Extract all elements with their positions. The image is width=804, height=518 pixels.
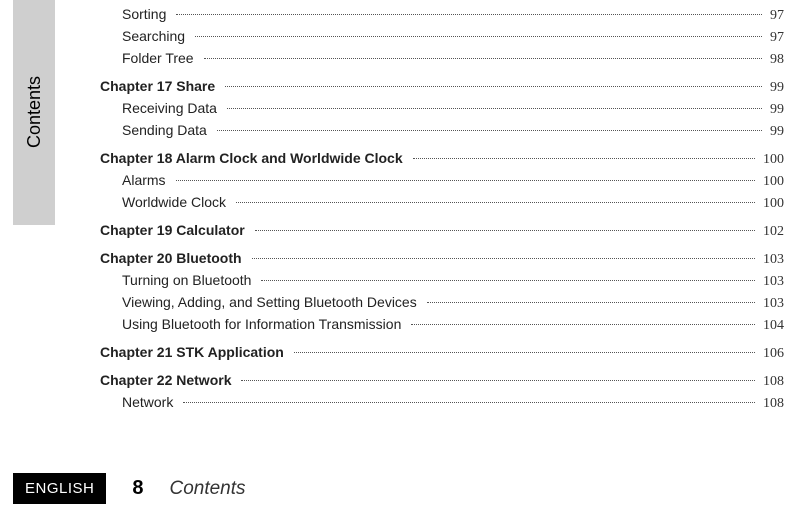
toc-label: Using Bluetooth for Information Transmis… <box>122 316 407 332</box>
toc-subitem: Sending Data 99 <box>100 122 784 140</box>
toc-page: 106 <box>759 346 784 362</box>
toc-label: Viewing, Adding, and Setting Bluetooth D… <box>122 294 423 310</box>
leader-dots <box>227 108 762 109</box>
toc-subitem: Network 108 <box>100 394 784 412</box>
leader-dots <box>225 86 762 87</box>
page-number: 8 <box>132 477 143 500</box>
leader-dots <box>204 58 762 59</box>
leader-dots <box>241 380 755 381</box>
toc-label: Alarms <box>122 172 172 188</box>
toc-label: Network <box>122 394 179 410</box>
toc-label: Worldwide Clock <box>122 194 232 210</box>
toc-page: 97 <box>766 8 784 24</box>
toc-page: 108 <box>759 374 784 390</box>
toc-page: 103 <box>759 252 784 268</box>
leader-dots <box>176 14 762 15</box>
toc-label: Receiving Data <box>122 100 223 116</box>
toc-page: 99 <box>766 102 784 118</box>
toc-label: Chapter 19 Calculator <box>100 222 251 238</box>
leader-dots <box>411 324 755 325</box>
toc-label: Searching <box>122 28 191 44</box>
toc-label: Sorting <box>122 6 172 22</box>
footer-title: Contents <box>169 478 245 500</box>
toc-chapter: Chapter 19 Calculator 102 <box>100 222 784 240</box>
toc-subitem: Worldwide Clock 100 <box>100 194 784 212</box>
toc-page: 103 <box>759 296 784 312</box>
toc-subitem: Using Bluetooth for Information Transmis… <box>100 316 784 334</box>
toc-page: 99 <box>766 80 784 96</box>
toc-subitem: Folder Tree 98 <box>100 50 784 68</box>
toc-page: 100 <box>759 152 784 168</box>
toc-chapter: Chapter 22 Network 108 <box>100 372 784 390</box>
toc-label: Chapter 18 Alarm Clock and Worldwide Clo… <box>100 150 409 166</box>
toc-subitem: Receiving Data 99 <box>100 100 784 118</box>
toc-chapter: Chapter 17 Share 99 <box>100 78 784 96</box>
leader-dots <box>176 180 755 181</box>
leader-dots <box>236 202 755 203</box>
language-badge: ENGLISH <box>13 473 106 504</box>
toc-label: Sending Data <box>122 122 213 138</box>
toc-subitem: Searching 97 <box>100 28 784 46</box>
table-of-contents: Sorting 97 Searching 97 Folder Tree 98 Chapter… <box>100 6 784 416</box>
leader-dots <box>413 158 755 159</box>
side-tab: Contents <box>13 0 55 225</box>
toc-page: 100 <box>759 196 784 212</box>
leader-dots <box>261 280 755 281</box>
toc-page: 104 <box>759 318 784 334</box>
toc-subitem: Turning on Bluetooth 103 <box>100 272 784 290</box>
toc-chapter: Chapter 20 Bluetooth 103 <box>100 250 784 268</box>
toc-chapter: Chapter 21 STK Application 106 <box>100 344 784 362</box>
toc-label: Folder Tree <box>122 50 200 66</box>
toc-page: 97 <box>766 30 784 46</box>
toc-label: Chapter 20 Bluetooth <box>100 250 248 266</box>
leader-dots <box>195 36 762 37</box>
leader-dots <box>252 258 755 259</box>
toc-label: Chapter 17 Share <box>100 78 221 94</box>
leader-dots <box>183 402 755 403</box>
leader-dots <box>427 302 755 303</box>
toc-page: 103 <box>759 274 784 290</box>
toc-label: Chapter 21 STK Application <box>100 344 290 360</box>
toc-page: 102 <box>759 224 784 240</box>
toc-label: Chapter 22 Network <box>100 372 237 388</box>
side-tab-label: Contents <box>24 76 45 148</box>
toc-subitem: Alarms 100 <box>100 172 784 190</box>
toc-label: Turning on Bluetooth <box>122 272 257 288</box>
toc-page: 100 <box>759 174 784 190</box>
toc-subitem: Viewing, Adding, and Setting Bluetooth D… <box>100 294 784 312</box>
toc-page: 99 <box>766 124 784 140</box>
toc-subitem: Sorting 97 <box>100 6 784 24</box>
toc-page: 98 <box>766 52 784 68</box>
leader-dots <box>294 352 755 353</box>
footer: ENGLISH 8 Contents <box>13 473 246 504</box>
toc-chapter: Chapter 18 Alarm Clock and Worldwide Clo… <box>100 150 784 168</box>
toc-page: 108 <box>759 396 784 412</box>
leader-dots <box>217 130 762 131</box>
leader-dots <box>255 230 755 231</box>
